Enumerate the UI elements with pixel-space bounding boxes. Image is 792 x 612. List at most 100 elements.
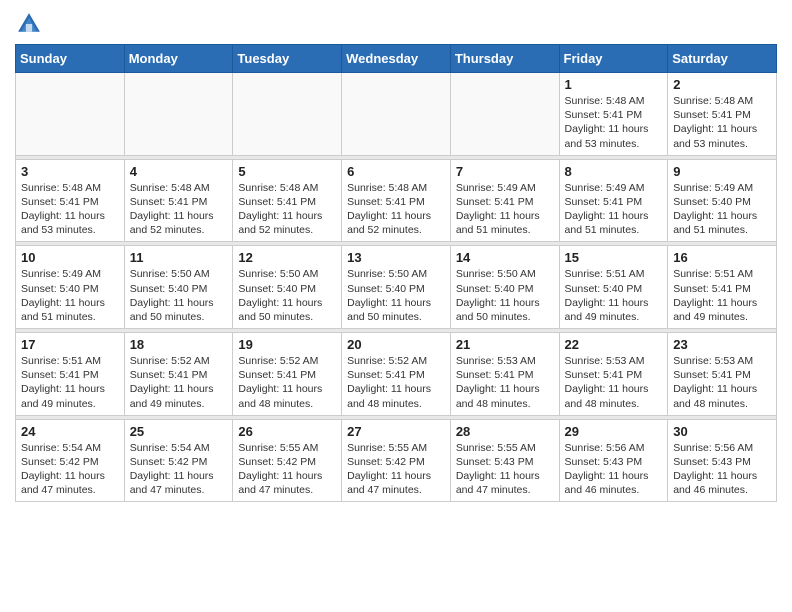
calendar-cell: 24 Sunrise: 5:54 AM Sunset: 5:42 PM Dayli… — [16, 419, 125, 502]
day-number: 23 — [673, 337, 771, 352]
day-number: 22 — [565, 337, 663, 352]
calendar-cell: 25 Sunrise: 5:54 AM Sunset: 5:42 PM Dayli… — [124, 419, 233, 502]
day-number: 13 — [347, 250, 445, 265]
calendar-cell — [124, 73, 233, 156]
day-info: Sunrise: 5:49 AM Sunset: 5:41 PM Dayligh… — [565, 181, 663, 238]
calendar-cell: 19 Sunrise: 5:52 AM Sunset: 5:41 PM Dayli… — [233, 333, 342, 416]
calendar-cell: 14 Sunrise: 5:50 AM Sunset: 5:40 PM Dayli… — [450, 246, 559, 329]
day-info: Sunrise: 5:56 AM Sunset: 5:43 PM Dayligh… — [673, 441, 771, 498]
calendar-cell: 5 Sunrise: 5:48 AM Sunset: 5:41 PM Daylig… — [233, 159, 342, 242]
day-info: Sunrise: 5:51 AM Sunset: 5:41 PM Dayligh… — [673, 267, 771, 324]
weekday-header-friday: Friday — [559, 45, 668, 73]
day-number: 26 — [238, 424, 336, 439]
day-number: 24 — [21, 424, 119, 439]
day-number: 2 — [673, 77, 771, 92]
day-number: 18 — [130, 337, 228, 352]
day-number: 14 — [456, 250, 554, 265]
calendar-cell: 29Sunrise: 5:56 AM Sunset: 5:43 PM Dayli… — [559, 419, 668, 502]
day-number: 9 — [673, 164, 771, 179]
calendar-cell: 10Sunrise: 5:49 AM Sunset: 5:40 PM Dayli… — [16, 246, 125, 329]
week-row-1: 3Sunrise: 5:48 AM Sunset: 5:41 PM Daylig… — [16, 159, 777, 242]
day-number: 4 — [130, 164, 228, 179]
day-info: Sunrise: 5:49 AM Sunset: 5:41 PM Dayligh… — [456, 181, 554, 238]
day-info: Sunrise: 5:54 AM Sunset: 5:42 PM Dayligh… — [130, 441, 228, 498]
day-info: Sunrise: 5:51 AM Sunset: 5:41 PM Dayligh… — [21, 354, 119, 411]
calendar-cell: 1Sunrise: 5:48 AM Sunset: 5:41 PM Daylig… — [559, 73, 668, 156]
day-info: Sunrise: 5:52 AM Sunset: 5:41 PM Dayligh… — [130, 354, 228, 411]
weekday-header-thursday: Thursday — [450, 45, 559, 73]
page: SundayMondayTuesdayWednesdayThursdayFrid… — [0, 0, 792, 517]
weekday-header-row: SundayMondayTuesdayWednesdayThursdayFrid… — [16, 45, 777, 73]
day-info: Sunrise: 5:54 AM Sunset: 5:42 PM Dayligh… — [21, 441, 119, 498]
day-number: 16 — [673, 250, 771, 265]
calendar-cell: 30 Sunrise: 5:56 AM Sunset: 5:43 PM Dayli… — [668, 419, 777, 502]
calendar-cell: 8 Sunrise: 5:49 AM Sunset: 5:41 PM Daylig… — [559, 159, 668, 242]
day-info: Sunrise: 5:55 AM Sunset: 5:43 PM Dayligh… — [456, 441, 554, 498]
day-info: Sunrise: 5:55 AM Sunset: 5:42 PM Dayligh… — [347, 441, 445, 498]
day-info: Sunrise: 5:48 AM Sunset: 5:41 PM Dayligh… — [21, 181, 119, 238]
calendar-cell: 7Sunrise: 5:49 AM Sunset: 5:41 PM Daylig… — [450, 159, 559, 242]
day-number: 28 — [456, 424, 554, 439]
day-number: 25 — [130, 424, 228, 439]
header — [15, 10, 777, 38]
week-row-2: 10Sunrise: 5:49 AM Sunset: 5:40 PM Dayli… — [16, 246, 777, 329]
calendar-cell: 6 Sunrise: 5:48 AM Sunset: 5:41 PM Daylig… — [342, 159, 451, 242]
day-info: Sunrise: 5:55 AM Sunset: 5:42 PM Dayligh… — [238, 441, 336, 498]
calendar-cell — [233, 73, 342, 156]
calendar-cell: 21Sunrise: 5:53 AM Sunset: 5:41 PM Dayli… — [450, 333, 559, 416]
day-number: 27 — [347, 424, 445, 439]
day-number: 15 — [565, 250, 663, 265]
weekday-header-wednesday: Wednesday — [342, 45, 451, 73]
day-info: Sunrise: 5:50 AM Sunset: 5:40 PM Dayligh… — [130, 267, 228, 324]
calendar-cell: 3Sunrise: 5:48 AM Sunset: 5:41 PM Daylig… — [16, 159, 125, 242]
day-info: Sunrise: 5:50 AM Sunset: 5:40 PM Dayligh… — [347, 267, 445, 324]
day-number: 6 — [347, 164, 445, 179]
calendar-cell: 15 Sunrise: 5:51 AM Sunset: 5:40 PM Dayli… — [559, 246, 668, 329]
calendar: SundayMondayTuesdayWednesdayThursdayFrid… — [15, 44, 777, 502]
day-number: 12 — [238, 250, 336, 265]
day-info: Sunrise: 5:52 AM Sunset: 5:41 PM Dayligh… — [238, 354, 336, 411]
calendar-cell — [342, 73, 451, 156]
day-number: 19 — [238, 337, 336, 352]
day-info: Sunrise: 5:53 AM Sunset: 5:41 PM Dayligh… — [673, 354, 771, 411]
day-info: Sunrise: 5:49 AM Sunset: 5:40 PM Dayligh… — [673, 181, 771, 238]
day-number: 8 — [565, 164, 663, 179]
day-number: 10 — [21, 250, 119, 265]
day-number: 30 — [673, 424, 771, 439]
weekday-header-monday: Monday — [124, 45, 233, 73]
day-number: 11 — [130, 250, 228, 265]
logo-icon — [15, 10, 43, 38]
day-info: Sunrise: 5:53 AM Sunset: 5:41 PM Dayligh… — [565, 354, 663, 411]
day-info: Sunrise: 5:50 AM Sunset: 5:40 PM Dayligh… — [238, 267, 336, 324]
day-info: Sunrise: 5:48 AM Sunset: 5:41 PM Dayligh… — [130, 181, 228, 238]
day-number: 5 — [238, 164, 336, 179]
day-info: Sunrise: 5:48 AM Sunset: 5:41 PM Dayligh… — [565, 94, 663, 151]
day-info: Sunrise: 5:51 AM Sunset: 5:40 PM Dayligh… — [565, 267, 663, 324]
day-info: Sunrise: 5:53 AM Sunset: 5:41 PM Dayligh… — [456, 354, 554, 411]
day-info: Sunrise: 5:50 AM Sunset: 5:40 PM Dayligh… — [456, 267, 554, 324]
calendar-cell: 26 Sunrise: 5:55 AM Sunset: 5:42 PM Dayli… — [233, 419, 342, 502]
calendar-cell: 28 Sunrise: 5:55 AM Sunset: 5:43 PM Dayli… — [450, 419, 559, 502]
calendar-cell — [16, 73, 125, 156]
calendar-cell: 20Sunrise: 5:52 AM Sunset: 5:41 PM Dayli… — [342, 333, 451, 416]
calendar-cell: 13 Sunrise: 5:50 AM Sunset: 5:40 PM Dayli… — [342, 246, 451, 329]
calendar-cell: 2 Sunrise: 5:48 AM Sunset: 5:41 PM Daylig… — [668, 73, 777, 156]
week-row-0: 1Sunrise: 5:48 AM Sunset: 5:41 PM Daylig… — [16, 73, 777, 156]
calendar-cell: 11 Sunrise: 5:50 AM Sunset: 5:40 PM Dayli… — [124, 246, 233, 329]
day-info: Sunrise: 5:56 AM Sunset: 5:43 PM Dayligh… — [565, 441, 663, 498]
calendar-cell: 4 Sunrise: 5:48 AM Sunset: 5:41 PM Daylig… — [124, 159, 233, 242]
day-info: Sunrise: 5:52 AM Sunset: 5:41 PM Dayligh… — [347, 354, 445, 411]
calendar-cell: 23 Sunrise: 5:53 AM Sunset: 5:41 PM Dayli… — [668, 333, 777, 416]
day-number: 17 — [21, 337, 119, 352]
calendar-cell — [450, 73, 559, 156]
weekday-header-saturday: Saturday — [668, 45, 777, 73]
logo — [15, 10, 47, 38]
week-row-3: 17 Sunrise: 5:51 AM Sunset: 5:41 PM Dayli… — [16, 333, 777, 416]
day-info: Sunrise: 5:48 AM Sunset: 5:41 PM Dayligh… — [347, 181, 445, 238]
calendar-cell: 18 Sunrise: 5:52 AM Sunset: 5:41 PM Dayli… — [124, 333, 233, 416]
calendar-cell: 27 Sunrise: 5:55 AM Sunset: 5:42 PM Dayli… — [342, 419, 451, 502]
day-info: Sunrise: 5:48 AM Sunset: 5:41 PM Dayligh… — [238, 181, 336, 238]
day-info: Sunrise: 5:48 AM Sunset: 5:41 PM Dayligh… — [673, 94, 771, 151]
weekday-header-tuesday: Tuesday — [233, 45, 342, 73]
calendar-cell: 17 Sunrise: 5:51 AM Sunset: 5:41 PM Dayli… — [16, 333, 125, 416]
